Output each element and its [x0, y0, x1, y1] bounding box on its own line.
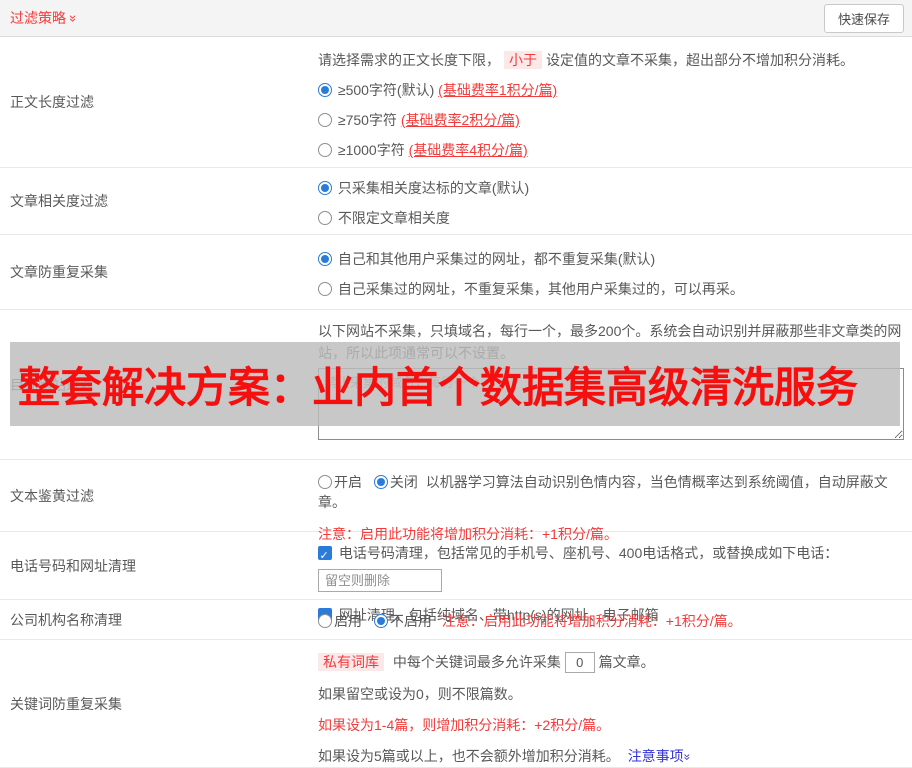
radio-icon[interactable]: [318, 614, 332, 628]
quick-save-button[interactable]: 快速保存: [823, 3, 904, 33]
radio-icon[interactable]: [318, 475, 332, 489]
radio-icon[interactable]: [318, 113, 332, 127]
keyword-note-unlimited: 如果留空或设为0，则不限篇数。: [318, 686, 522, 702]
blocked-domains-textarea[interactable]: [318, 368, 904, 440]
dedup-option-global[interactable]: 自己和其他用户采集过的网址，都不重复采集(默认): [318, 249, 904, 269]
radio-checked-icon[interactable]: [318, 252, 332, 266]
less-than-highlight: 小于: [504, 51, 542, 69]
row-label: 关键词防重复采集: [10, 695, 122, 712]
site-filter-intro: 以下网站不采集，只填域名，每行一个，最多200个。系统会自动识别并屏蔽那些非文章…: [318, 323, 902, 361]
relevance-option-strict[interactable]: 只采集相关度达标的文章(默认): [318, 178, 904, 198]
row-relevance-filter: 文章相关度过滤 只采集相关度达标的文章(默认) 不限定文章相关度: [0, 168, 912, 235]
row-keyword-dedup: 关键词防重复采集 私有词库 中每个关键词最多允许采集 篇文章。 如果留空或设为0…: [0, 640, 912, 768]
keyword-note-five: 如果设为5篇或以上，也不会额外增加积分消耗。 注意事项»: [318, 746, 904, 767]
company-clean-off-option[interactable]: 不启用: [373, 613, 432, 629]
radio-checked-icon[interactable]: [318, 181, 332, 195]
header-bar: 过滤策略 » 快速保存: [0, 0, 912, 37]
length-option-750[interactable]: ≥750字符 (基础费率2积分/篇): [318, 110, 904, 130]
row-label: 文章防重复采集: [10, 264, 108, 280]
row-label: 文章相关度过滤: [10, 193, 108, 209]
keyword-limit-input[interactable]: [564, 652, 595, 673]
phone-clean-option[interactable]: 电话号码清理，包括常见的手机号、座机号、400电话格式，或替换成如下电话：: [318, 540, 904, 594]
row-label: 目标网站过滤: [10, 376, 94, 393]
keyword-note-cost: 如果设为1-4篇，则增加积分消耗：+2积分/篇。: [318, 717, 611, 733]
replacement-phone-input[interactable]: [318, 569, 442, 592]
page-title[interactable]: 过滤策略: [10, 8, 66, 28]
relevance-option-any[interactable]: 不限定文章相关度: [318, 208, 904, 228]
radio-checked-icon[interactable]: [373, 614, 388, 628]
length-filter-intro: 请选择需求的正文长度下限， 小于 设定值的文章不采集，超出部分不增加积分消耗。: [318, 51, 854, 69]
cost-note: (基础费率1积分/篇): [438, 82, 558, 98]
row-label: 公司机构名称清理: [10, 611, 122, 628]
row-company-clean: 公司机构名称清理 启用 不启用 注意：启用此功能将增加积分消耗：+1积分/篇。: [0, 600, 912, 640]
filter-strategy-page: 过滤策略 » 快速保存 正文长度过滤 请选择需求的正文长度下限， 小于 设定值的文章…: [0, 0, 912, 768]
dedup-option-self[interactable]: 自己采集过的网址，不重复采集，其他用户采集过的，可以再采。: [318, 279, 904, 299]
radio-icon[interactable]: [318, 211, 332, 225]
length-option-500[interactable]: ≥500字符(默认) (基础费率1积分/篇): [318, 80, 904, 100]
radio-icon[interactable]: [318, 143, 332, 157]
cost-note: (基础费率4积分/篇): [408, 142, 528, 158]
chevron-double-down-icon: »: [680, 753, 695, 761]
row-label: 电话号码和网址清理: [10, 557, 136, 574]
radio-checked-icon[interactable]: [373, 475, 388, 489]
notice-link[interactable]: 注意事项: [628, 748, 684, 764]
checkbox-checked-icon[interactable]: [318, 543, 332, 570]
row-target-site-filter: 目标网站过滤 以下网站不采集，只填域名，每行一个，最多200个。系统会自动识别并…: [0, 310, 912, 460]
row-text-length-filter: 正文长度过滤 请选择需求的正文长度下限， 小于 设定值的文章不采集，超出部分不增加积…: [0, 37, 912, 168]
cost-note: (基础费率2积分/篇): [400, 112, 520, 128]
radio-icon[interactable]: [318, 282, 332, 296]
length-option-1000[interactable]: ≥1000字符 (基础费率4积分/篇): [318, 140, 904, 160]
row-dedup-collection: 文章防重复采集 自己和其他用户采集过的网址，都不重复采集(默认) 自己采集过的网…: [0, 235, 912, 310]
row-label: 正文长度过滤: [10, 94, 94, 110]
keyword-limit-line: 私有词库 中每个关键词最多允许采集 篇文章。: [318, 652, 904, 673]
row-label: 文本鉴黄过滤: [10, 487, 94, 504]
private-lexicon-badge: 私有词库: [318, 653, 384, 671]
radio-checked-icon[interactable]: [318, 83, 332, 97]
chevron-double-down-icon: »: [66, 14, 82, 22]
porn-filter-off-option[interactable]: 关闭: [373, 474, 418, 490]
row-phone-url-clean: 电话号码和网址清理 电话号码清理，包括常见的手机号、座机号、400电话格式，或替…: [0, 532, 912, 632]
company-clean-on-option[interactable]: 启用: [318, 613, 362, 629]
company-clean-cost-note: 注意：启用此功能将增加积分消耗：+1积分/篇。: [441, 613, 742, 629]
porn-filter-on-option[interactable]: 开启: [318, 474, 362, 490]
row-porn-filter: 文本鉴黄过滤 开启 关闭 以机器学习算法自动识别色情内容，当色情概率达到系统阈值…: [0, 460, 912, 542]
